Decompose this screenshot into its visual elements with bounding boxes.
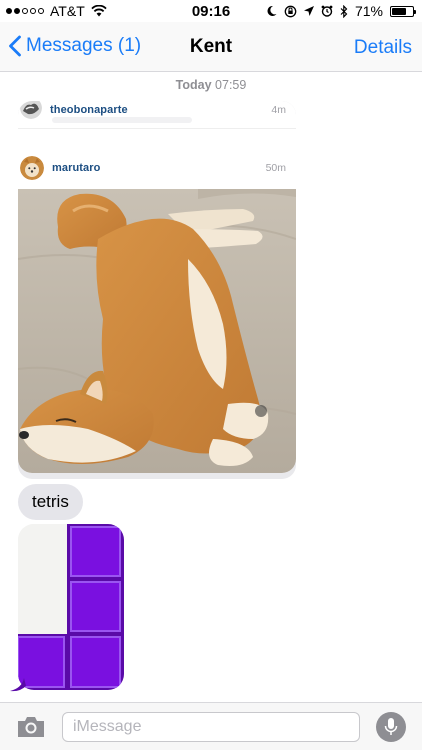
camera-icon [18,717,44,737]
moon-icon [267,5,277,16]
shared-post-preview: theobonaparte 4m marutaro 50m [18,101,296,473]
post-username: theobonaparte [50,104,128,116]
post-photo [18,189,296,473]
timestamp-day: Today [175,78,212,92]
message-timestamp: Today 07:59 [0,78,422,92]
faded-caption [52,117,192,123]
orientation-lock-icon [284,5,297,17]
microphone-icon [384,718,398,735]
signal-strength-icon [6,8,44,14]
camera-button[interactable] [16,715,46,739]
battery-icon [390,5,416,17]
status-bar: AT&T 09:16 71% [0,0,422,22]
chevron-left-icon [9,35,21,57]
message-bubble[interactable]: tetris [18,484,83,520]
wifi-icon [91,5,107,17]
alarm-icon [321,5,333,17]
post-username: marutaro [52,162,101,174]
status-right: 71% [266,3,416,19]
post-age: 50m [265,162,286,174]
back-button-label: Messages (1) [26,35,142,56]
avatar [20,101,42,119]
timestamp-time: 07:59 [215,78,247,92]
post-header-row: marutaro 50m [18,153,296,183]
tetris-blocks-icon[interactable] [18,524,124,690]
microphone-button[interactable] [376,712,406,742]
shared-post-card[interactable]: theobonaparte 4m marutaro 50m [18,101,296,479]
post-age: 4m [271,104,286,116]
carrier-label: AT&T [50,3,85,19]
back-button[interactable]: Messages (1) [8,35,141,57]
bubble-tail [10,678,26,692]
location-icon [303,5,314,16]
tetris-block-column [67,524,124,690]
message-input[interactable] [62,712,360,742]
message-input-bar [0,702,422,750]
details-button[interactable]: Details [354,37,412,59]
status-left: AT&T [6,3,107,19]
bluetooth-icon [340,4,348,18]
navigation-bar: Messages (1) Kent Details [0,22,422,72]
battery-percent: 71% [354,3,383,19]
divider [18,128,296,129]
avatar [20,156,44,180]
